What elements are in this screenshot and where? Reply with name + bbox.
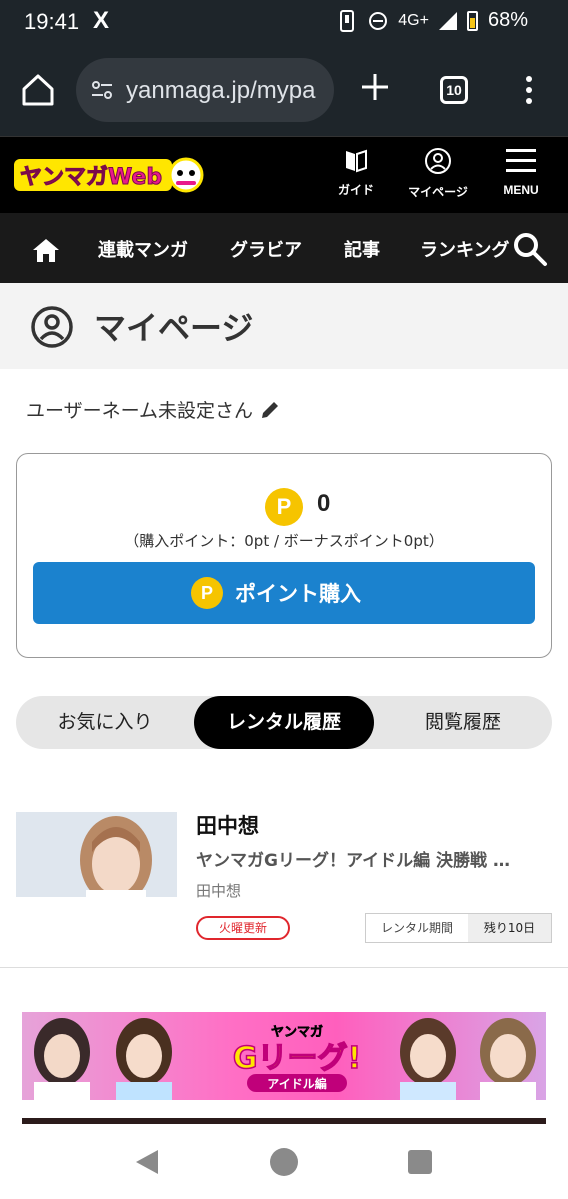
address-bar[interactable]: yanmaga.jp/mypa bbox=[76, 58, 334, 122]
nav-item-articles[interactable]: 記事 bbox=[344, 236, 380, 262]
item-subtitle[interactable]: ヤンマガGリーグ！アイドル編 決勝戦 … bbox=[196, 846, 548, 871]
banner-logo-sub: アイドル編 bbox=[267, 1076, 326, 1091]
home-icon[interactable] bbox=[32, 237, 60, 263]
rental-remaining: 残り10日 bbox=[468, 914, 551, 942]
hamburger-icon bbox=[506, 149, 536, 172]
guide-button[interactable]: ガイド bbox=[336, 147, 376, 207]
rental-period-label: レンタル期間 bbox=[366, 914, 468, 942]
battery-icon bbox=[466, 10, 478, 31]
point-breakdown: （購入ポイント：0pt / ボーナスポイント0pt） bbox=[124, 532, 444, 550]
x-app-icon: X bbox=[93, 7, 110, 34]
url-text: yanmaga.jp/mypa bbox=[126, 77, 316, 104]
tab-view-history[interactable]: 閲覧履歴 bbox=[374, 696, 552, 749]
rental-item[interactable]: 田中想 ヤンマガGリーグ！アイドル編 決勝戦 … 田中想 火曜更新 レンタル期間… bbox=[0, 800, 568, 968]
mypage-button[interactable]: マイページ bbox=[404, 147, 472, 207]
buy-points-label: ポイント購入 bbox=[235, 582, 361, 606]
mypage-label: マイページ bbox=[408, 185, 468, 199]
username-text: ユーザーネーム未設定さん bbox=[26, 400, 254, 422]
history-tabs: お気に入り レンタル履歴 閲覧履歴 bbox=[16, 696, 552, 749]
status-bar: 19:41 X 4G+ 68% bbox=[0, 0, 568, 46]
tab-favorites[interactable]: お気に入り bbox=[16, 696, 194, 749]
network-type: 4G+ bbox=[398, 11, 429, 29]
buy-points-button[interactable]: P ポイント購入 bbox=[33, 562, 535, 624]
category-nav: 連載マンガ グラビア 記事 ランキング bbox=[0, 213, 568, 283]
recent-apps-icon[interactable] bbox=[408, 1150, 432, 1174]
nav-item-gravure[interactable]: グラビア bbox=[230, 236, 302, 262]
yanmaga-web-logo[interactable]: ヤンマガWeb bbox=[12, 151, 204, 199]
item-thumbnail[interactable] bbox=[16, 812, 177, 897]
book-icon bbox=[346, 149, 367, 173]
logo-text: ヤンマガWeb bbox=[20, 165, 162, 190]
page-title-band: マイページ bbox=[0, 283, 568, 369]
page-title: マイページ bbox=[94, 309, 254, 347]
battery-percent: 68% bbox=[487, 9, 528, 31]
guide-label: ガイド bbox=[337, 183, 374, 197]
rental-period: レンタル期間 残り10日 bbox=[365, 913, 552, 943]
status-time: 19:41 bbox=[24, 9, 80, 34]
back-icon[interactable] bbox=[134, 1148, 160, 1176]
banner-photo bbox=[400, 1018, 456, 1100]
update-day-badge: 火曜更新 bbox=[196, 916, 290, 940]
nav-item-serial-manga[interactable]: 連載マンガ bbox=[98, 236, 188, 262]
pencil-icon[interactable] bbox=[259, 399, 281, 421]
user-icon bbox=[425, 148, 451, 174]
points-card: P 0 （購入ポイント：0pt / ボーナスポイント0pt） P ポイント購入 bbox=[16, 453, 552, 658]
browser-home-icon[interactable] bbox=[20, 72, 56, 108]
banner-logo-top: ヤンマガ bbox=[271, 1025, 323, 1040]
search-icon[interactable] bbox=[512, 231, 548, 267]
username-row[interactable]: ユーザーネーム未設定さん bbox=[26, 396, 281, 423]
banner-photo bbox=[34, 1018, 90, 1100]
point-coin-icon: P bbox=[191, 577, 223, 609]
item-title[interactable]: 田中想 bbox=[196, 810, 259, 840]
banner-photo bbox=[480, 1018, 536, 1100]
signal-icon bbox=[438, 11, 457, 30]
phone-vibrate-icon bbox=[340, 9, 355, 32]
tab-rental-history[interactable]: レンタル履歴 bbox=[194, 696, 374, 749]
home-circle-icon[interactable] bbox=[270, 1148, 298, 1176]
more-options-icon[interactable] bbox=[524, 74, 534, 106]
menu-label: MENU bbox=[503, 183, 539, 197]
nav-item-ranking[interactable]: ランキング bbox=[420, 236, 509, 262]
system-nav-bar bbox=[0, 1124, 568, 1199]
tab-switcher-button[interactable]: 10 bbox=[440, 76, 468, 104]
status-indicators: 4G+ 68% bbox=[338, 9, 528, 32]
point-total: 0 bbox=[317, 490, 331, 517]
item-author: 田中想 bbox=[196, 882, 242, 900]
portrait-image bbox=[16, 812, 177, 897]
banner-logo-main: Gリーグ! bbox=[233, 1041, 361, 1076]
user-circle-icon bbox=[31, 306, 73, 348]
banner-photo bbox=[116, 1018, 172, 1100]
new-tab-icon[interactable] bbox=[360, 72, 390, 102]
dnd-icon bbox=[369, 11, 388, 30]
browser-toolbar: yanmaga.jp/mypa 10 bbox=[0, 46, 568, 136]
g-league-logo: ヤンマガ Gリーグ! アイドル編 bbox=[232, 1025, 362, 1092]
site-header: ヤンマガWeb ガイド マイページ MENU bbox=[0, 136, 568, 213]
menu-button[interactable]: MENU bbox=[498, 147, 544, 207]
promo-banner[interactable]: ヤンマガ Gリーグ! アイドル編 bbox=[22, 1012, 546, 1100]
site-settings-icon[interactable] bbox=[90, 78, 114, 102]
point-coin-icon: P bbox=[265, 488, 303, 526]
